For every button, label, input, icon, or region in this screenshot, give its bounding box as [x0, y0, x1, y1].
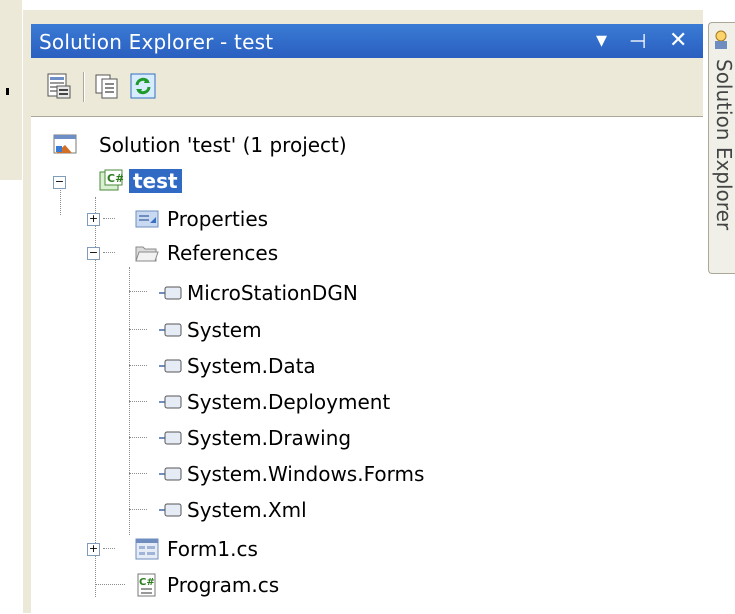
solution-icon [53, 133, 77, 157]
window-position-dropdown-icon[interactable]: ▾ [596, 24, 607, 58]
tree-line [103, 218, 115, 219]
expand-icon[interactable]: + [87, 543, 100, 556]
panel-titlebar[interactable]: Solution Explorer - test ▾ ⊣ ✕ [31, 24, 703, 58]
expand-icon[interactable]: + [87, 213, 100, 226]
tree-line [129, 365, 147, 366]
tree-line [60, 185, 61, 215]
close-icon[interactable]: ✕ [669, 24, 687, 58]
tree-line [103, 252, 115, 253]
csharp-file-icon: C# [135, 573, 159, 597]
tree-line [129, 291, 147, 292]
tree-line [129, 509, 147, 510]
references-label: References [167, 241, 279, 265]
reference-icon [159, 318, 183, 342]
tree-line [129, 329, 147, 330]
background-mark [6, 88, 9, 95]
tree-line [103, 548, 115, 549]
solution-explorer-panel: Solution Explorer - test ▾ ⊣ ✕ Solution … [22, 10, 703, 614]
form1-label: Form1.cs [167, 537, 258, 561]
program-label: Program.cs [167, 573, 280, 597]
reference-label: System.Data [187, 354, 316, 378]
reference-icon [159, 426, 183, 450]
solution-explorer-tab-icon [713, 29, 731, 55]
reference-label: MicroStationDGN [187, 281, 358, 305]
solution-label: Solution 'test' (1 project) [99, 133, 347, 157]
svg-text:C#: C# [139, 577, 155, 588]
tree-line [129, 437, 147, 438]
properties-label: Properties [167, 207, 269, 231]
refresh-icon[interactable] [129, 72, 157, 100]
reference-icon [159, 498, 183, 522]
solution-explorer-tab-label: Solution Explorer [712, 59, 735, 231]
reference-icon [159, 462, 183, 486]
tree-line [129, 473, 147, 474]
tree-line [129, 401, 147, 402]
auto-hide-pin-icon[interactable]: ⊣ [629, 24, 646, 58]
reference-icon [159, 390, 183, 414]
reference-icon [159, 354, 183, 378]
reference-icon [159, 281, 183, 305]
panel-title: Solution Explorer - test [39, 30, 274, 54]
collapse-icon[interactable]: − [53, 176, 66, 189]
reference-label: System [187, 318, 262, 342]
reference-label: System.Deployment [187, 390, 391, 414]
background-window-strip [0, 0, 22, 613]
project-label: test [129, 169, 182, 193]
tree-line [95, 584, 125, 585]
solution-tree: Solution 'test' (1 project) − C# test + [31, 116, 703, 614]
collapse-icon[interactable]: − [87, 247, 100, 260]
properties-icon[interactable] [45, 72, 73, 100]
form-icon [135, 537, 159, 561]
reference-label: System.Windows.Forms [187, 462, 425, 486]
show-all-files-icon[interactable] [93, 72, 121, 100]
csharp-project-icon: C# [99, 169, 124, 193]
solution-toolbar [31, 62, 703, 112]
background-window-area [0, 0, 22, 180]
properties-folder-icon [135, 207, 159, 231]
solution-explorer-autohide-tab[interactable]: Solution Explorer [708, 22, 735, 274]
svg-text:C#: C# [107, 172, 123, 185]
reference-label: System.Xml [187, 498, 307, 522]
toolbar-separator [83, 72, 85, 102]
reference-label: System.Drawing [187, 426, 352, 450]
open-folder-icon [135, 241, 159, 265]
